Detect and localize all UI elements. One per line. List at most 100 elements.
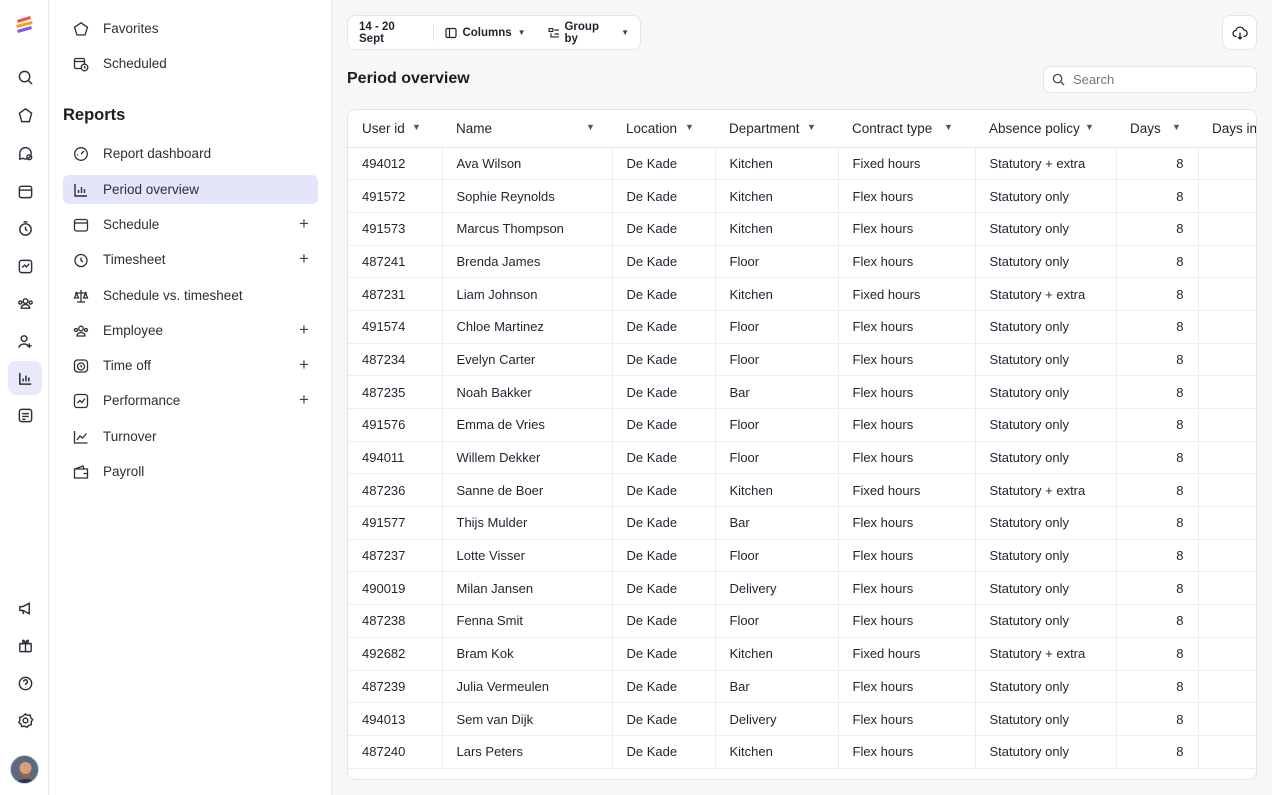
reports-icon[interactable] xyxy=(8,361,42,395)
table-cell: Statutory only xyxy=(975,539,1117,573)
table-cell xyxy=(1198,604,1256,638)
help-icon[interactable] xyxy=(8,666,42,700)
sidebar-item-schedule[interactable]: Schedule + xyxy=(63,210,318,239)
chevron-down-icon[interactable]: ▼ xyxy=(1085,122,1094,132)
expand-plus-icon[interactable]: + xyxy=(297,321,311,338)
table-row[interactable]: 491572 Sophie Reynolds De Kade Kitchen Flex … xyxy=(348,179,1256,213)
table-cell: 8 xyxy=(1116,473,1199,508)
expand-plus-icon[interactable]: + xyxy=(297,356,311,373)
chevron-down-icon[interactable]: ▼ xyxy=(685,122,694,132)
column-header[interactable]: Days ▼ xyxy=(1116,110,1198,148)
chevron-down-icon[interactable]: ▼ xyxy=(586,122,595,132)
table-cell: 494013 xyxy=(348,702,443,736)
expand-plus-icon[interactable]: + xyxy=(297,215,311,232)
sidebar-item-report-dashboard[interactable]: Report dashboard xyxy=(63,139,318,168)
check-square-icon[interactable] xyxy=(8,249,42,283)
megaphone-icon[interactable] xyxy=(8,591,42,625)
chevron-down-icon: ▼ xyxy=(517,28,526,37)
table-row[interactable]: 487240 Lars Peters De Kade Kitchen Flex hour… xyxy=(348,735,1256,769)
sidebar-item-turnover[interactable]: Turnover xyxy=(63,422,318,451)
table-cell: Lars Peters xyxy=(442,735,613,769)
sidebar-item-timesheet[interactable]: Timesheet + xyxy=(63,245,318,274)
chevron-down-icon[interactable]: ▼ xyxy=(412,122,421,132)
wallet-icon xyxy=(72,463,89,480)
inbox-icon[interactable] xyxy=(8,98,42,132)
column-header[interactable]: Absence policy ▼ xyxy=(975,110,1116,148)
dashboard-icon xyxy=(72,145,89,162)
column-header[interactable]: Name ▼ xyxy=(442,110,612,148)
sidebar-item-performance[interactable]: Performance + xyxy=(63,386,318,415)
table-cell: 8 xyxy=(1116,375,1199,409)
table-cell: 8 xyxy=(1116,310,1199,344)
chevron-down-icon[interactable]: ▼ xyxy=(1172,122,1181,132)
table-row[interactable]: 494012 Ava Wilson De Kade Kitchen Fixed hour… xyxy=(348,147,1256,181)
sidebar-item-time-off[interactable]: Time off + xyxy=(63,351,318,380)
table-row[interactable]: 487236 Sanne de Boer De Kade Kitchen Fixed h… xyxy=(348,473,1256,508)
column-header[interactable]: Location ▼ xyxy=(612,110,715,148)
group-by-button[interactable]: Group by ▼ xyxy=(537,16,640,49)
app-logo-icon[interactable] xyxy=(14,14,36,36)
list-icon[interactable] xyxy=(8,398,42,432)
sidebar-item-payroll[interactable]: Payroll xyxy=(63,457,318,486)
table-cell: De Kade xyxy=(612,310,716,344)
table-cell: Statutory only xyxy=(975,375,1117,409)
expand-plus-icon[interactable]: + xyxy=(297,391,311,408)
table-row[interactable]: 491577 Thijs Mulder De Kade Bar Flex hours St… xyxy=(348,506,1256,540)
sidebar-item-favorites[interactable]: Favorites xyxy=(63,14,318,43)
table-row[interactable]: 487234 Evelyn Carter De Kade Floor Flex hour… xyxy=(348,343,1256,377)
columns-label: Columns xyxy=(462,26,512,39)
chevron-down-icon[interactable]: ▼ xyxy=(807,122,816,132)
column-header[interactable]: Days in xyxy=(1198,110,1256,148)
date-range-picker[interactable]: 14 - 20 Sept xyxy=(348,16,433,49)
expand-plus-icon[interactable]: + xyxy=(297,250,311,267)
column-header[interactable]: Contract type ▼ xyxy=(838,110,975,148)
column-header[interactable]: User id ▼ xyxy=(348,110,442,148)
sidebar-item-schedule-vs-timesheet[interactable]: Schedule vs. timesheet xyxy=(63,281,318,310)
table-cell: Statutory only xyxy=(975,506,1117,540)
chat-icon[interactable] xyxy=(8,136,42,170)
column-header[interactable]: Department ▼ xyxy=(715,110,838,148)
table-row[interactable]: 490019 Milan Jansen De Kade Delivery Flex ho… xyxy=(348,571,1256,606)
sidebar-item-period-overview[interactable]: Period overview xyxy=(63,175,318,204)
table-row[interactable]: 494011 Willem Dekker De Kade Floor Flex hour… xyxy=(348,441,1256,475)
table-row[interactable]: 487235 Noah Bakker De Kade Bar Flex hours Sta… xyxy=(348,375,1256,409)
table-cell: Flex hours xyxy=(838,441,976,475)
table-cell xyxy=(1198,702,1256,736)
table-row[interactable]: 487238 Fenna Smit De Kade Floor Flex hours St… xyxy=(348,604,1256,638)
column-header-label: User id xyxy=(362,120,405,136)
table-row[interactable]: 487237 Lotte Visser De Kade Floor Flex hours… xyxy=(348,539,1256,573)
table-cell: 494012 xyxy=(348,147,443,181)
table-row[interactable]: 487239 Julia Vermeulen De Kade Bar Flex hour… xyxy=(348,670,1256,704)
table-row[interactable]: 494013 Sem van Dijk De Kade Delivery Flex ho… xyxy=(348,702,1256,736)
avatar[interactable] xyxy=(10,755,39,784)
table-row[interactable]: 491574 Chloe Martinez De Kade Floor Flex hou… xyxy=(348,310,1256,344)
table-cell: Flex hours xyxy=(838,539,976,573)
sidebar-item-employee[interactable]: Employee + xyxy=(63,316,318,345)
search-icon[interactable] xyxy=(8,60,42,94)
calendar-icon[interactable] xyxy=(8,174,42,208)
table-cell: Delivery xyxy=(715,571,839,606)
chevron-down-icon[interactable]: ▼ xyxy=(944,122,953,132)
table-row[interactable]: 491573 Marcus Thompson De Kade Kitchen Flex … xyxy=(348,212,1256,246)
add-user-icon[interactable] xyxy=(8,324,42,358)
table-row[interactable]: 487231 Liam Johnson De Kade Kitchen Fixed ho… xyxy=(348,277,1256,311)
table-row[interactable]: 487241 Brenda James De Kade Floor Flex hours… xyxy=(348,245,1256,279)
gift-icon[interactable] xyxy=(8,628,42,662)
download-button[interactable] xyxy=(1222,15,1257,50)
team-icon[interactable] xyxy=(8,286,42,320)
table-cell: 8 xyxy=(1116,539,1199,573)
settings-icon[interactable] xyxy=(8,703,42,737)
table-cell: Floor xyxy=(715,539,839,573)
sidebar-item-scheduled[interactable]: Scheduled xyxy=(63,49,318,78)
search-input[interactable] xyxy=(1073,72,1243,87)
clock-icon[interactable] xyxy=(8,211,42,245)
columns-button[interactable]: Columns ▼ xyxy=(434,16,536,49)
table-cell: Flex hours xyxy=(838,506,976,540)
table-cell: Emma de Vries xyxy=(442,408,613,442)
search-box[interactable] xyxy=(1043,66,1257,93)
table-cell: Flex hours xyxy=(838,212,976,246)
table-row[interactable]: 491576 Emma de Vries De Kade Floor Flex hour… xyxy=(348,408,1256,442)
table-cell: 487235 xyxy=(348,375,443,409)
table-row[interactable]: 492682 Bram Kok De Kade Kitchen Fixed hours S… xyxy=(348,637,1256,671)
table-cell: 8 xyxy=(1116,702,1199,736)
